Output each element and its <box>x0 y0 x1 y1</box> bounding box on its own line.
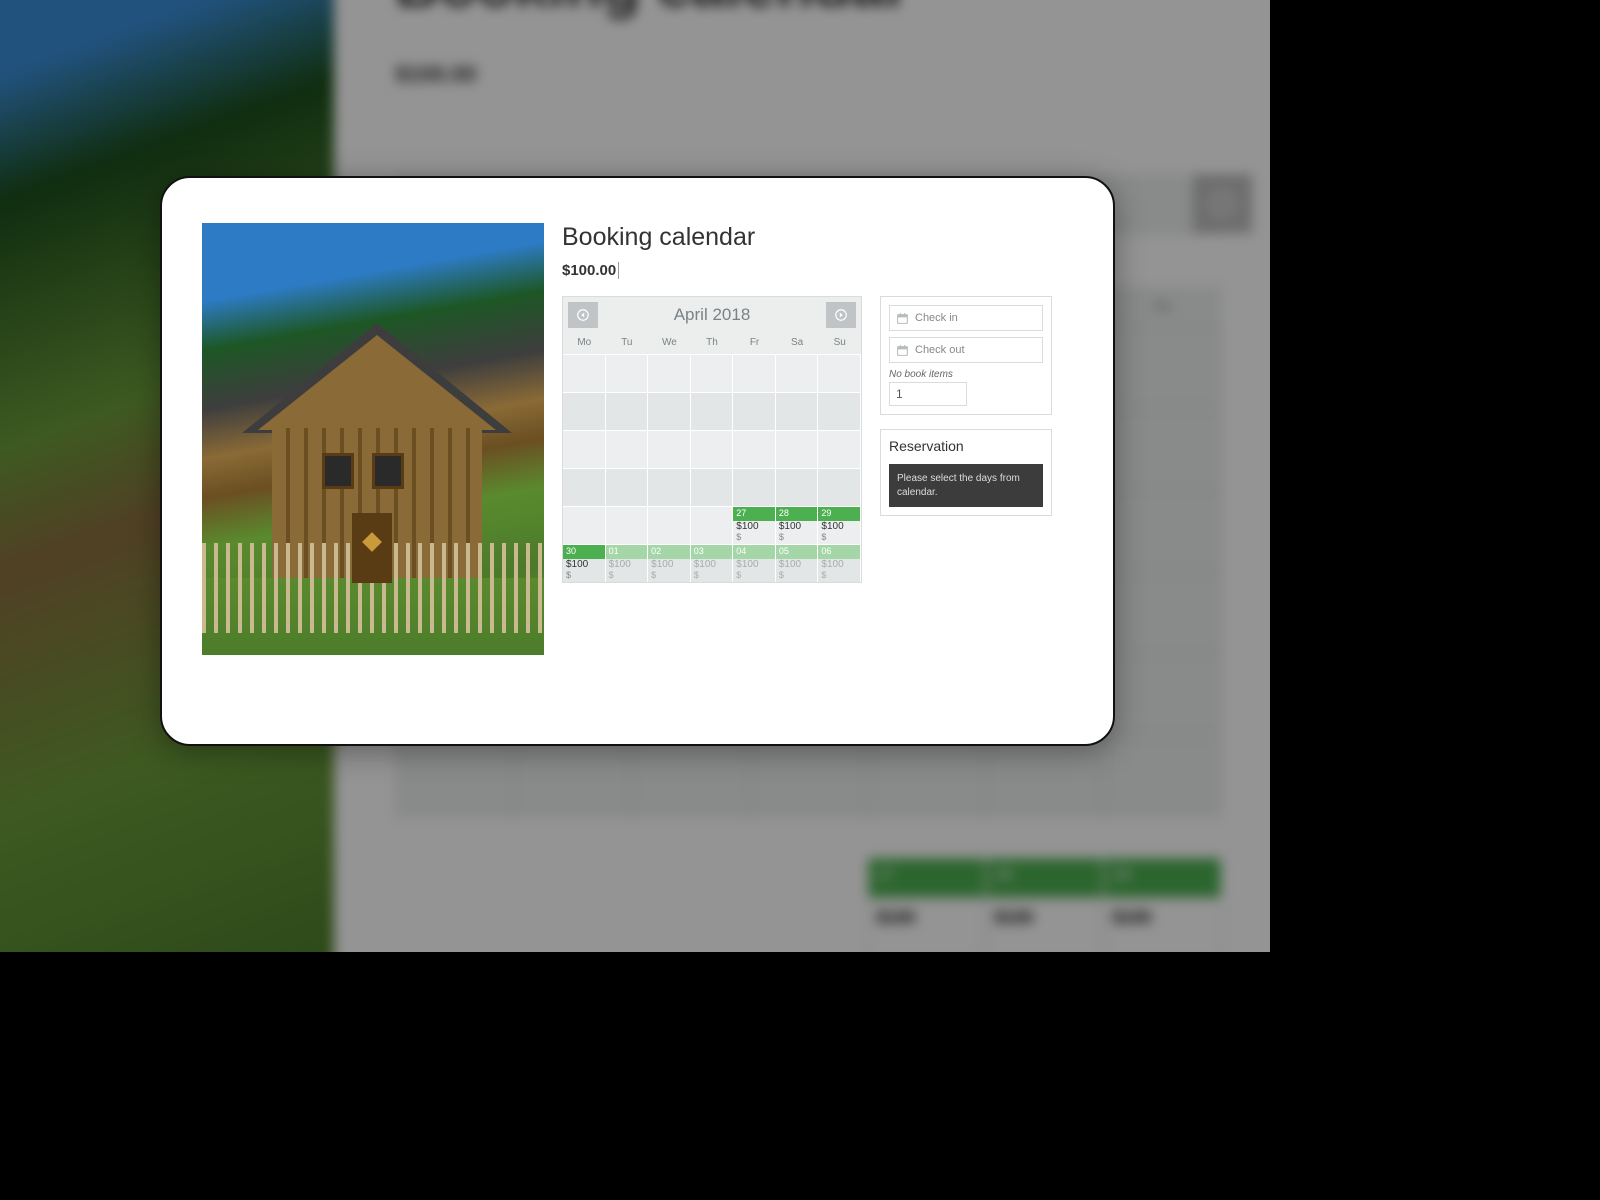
reservation-title: Reservation <box>889 438 1043 454</box>
calendar-day[interactable] <box>776 430 819 468</box>
items-input[interactable] <box>889 382 967 406</box>
check-out-field[interactable]: Check out <box>889 337 1043 363</box>
calendar-day[interactable] <box>691 354 734 392</box>
calendar-day[interactable]: 05$100$ <box>776 544 819 582</box>
calendar-dow-cell: Sa <box>776 333 819 354</box>
calendar-day[interactable] <box>733 430 776 468</box>
calendar-day[interactable] <box>691 392 734 430</box>
calendar-next-button[interactable] <box>826 302 856 328</box>
calendar-day[interactable]: 04$100$ <box>733 544 776 582</box>
calendar-day[interactable] <box>776 468 819 506</box>
calendar-day[interactable] <box>691 468 734 506</box>
calendar-day[interactable]: 06$100$ <box>818 544 861 582</box>
calendar-day[interactable]: 27$100$ <box>733 506 776 544</box>
product-image[interactable] <box>202 223 544 655</box>
calendar-grid: 27$100$28$100$29$100$ 30$100$01$100$02$10… <box>563 354 861 582</box>
calendar-day[interactable]: 03$100$ <box>691 544 734 582</box>
calendar-day[interactable] <box>691 506 734 544</box>
calendar-day[interactable] <box>563 354 606 392</box>
calendar-day[interactable] <box>733 392 776 430</box>
chevron-left-icon <box>576 308 590 322</box>
calendar-day[interactable] <box>606 468 649 506</box>
calendar-widget: April 2018 MoTuWeThFrSaSu 27$100$28$100$… <box>562 296 862 583</box>
booking-form-panel: Check in Check out No book items <box>880 296 1052 415</box>
calendar-day[interactable] <box>733 468 776 506</box>
calendar-day[interactable] <box>563 506 606 544</box>
chevron-right-icon <box>834 308 848 322</box>
calendar-icon <box>896 312 909 325</box>
calendar-dow-cell: Fr <box>733 333 776 354</box>
calendar-day[interactable] <box>606 392 649 430</box>
product-price: $100.00 <box>562 262 619 279</box>
calendar-month-label: April 2018 <box>603 305 821 325</box>
booking-modal: Booking calendar $100.00 April 2018 MoTu… <box>160 176 1115 746</box>
reservation-panel: Reservation Please select the days from … <box>880 429 1052 516</box>
calendar-day[interactable] <box>648 506 691 544</box>
calendar-day[interactable] <box>733 354 776 392</box>
calendar-day[interactable] <box>648 354 691 392</box>
calendar-day[interactable]: 30$100$ <box>563 544 606 582</box>
calendar-icon <box>896 344 909 357</box>
calendar-dow-cell: Mo <box>563 333 606 354</box>
check-out-placeholder: Check out <box>915 344 965 356</box>
calendar-day[interactable] <box>563 468 606 506</box>
calendar-day[interactable]: 28$100$ <box>776 506 819 544</box>
calendar-dow-cell: Su <box>818 333 861 354</box>
reservation-notice: Please select the days from calendar. <box>889 464 1043 507</box>
calendar-dow-cell: We <box>648 333 691 354</box>
calendar-day[interactable] <box>648 468 691 506</box>
calendar-day[interactable] <box>563 430 606 468</box>
calendar-prev-button[interactable] <box>568 302 598 328</box>
calendar-day[interactable] <box>818 430 861 468</box>
calendar-day[interactable] <box>606 506 649 544</box>
check-in-field[interactable]: Check in <box>889 305 1043 331</box>
calendar-day[interactable] <box>776 354 819 392</box>
calendar-day[interactable] <box>818 468 861 506</box>
calendar-day[interactable]: 02$100$ <box>648 544 691 582</box>
calendar-day[interactable] <box>648 392 691 430</box>
calendar-dow-cell: Tu <box>606 333 649 354</box>
calendar-day[interactable]: 29$100$ <box>818 506 861 544</box>
check-in-placeholder: Check in <box>915 312 958 324</box>
calendar-day[interactable] <box>606 354 649 392</box>
calendar-day[interactable] <box>818 392 861 430</box>
calendar-dow-cell: Th <box>691 333 734 354</box>
calendar-day[interactable] <box>691 430 734 468</box>
calendar-dow-row: MoTuWeThFrSaSu <box>563 333 861 354</box>
calendar-day[interactable] <box>818 354 861 392</box>
calendar-day[interactable]: 01$100$ <box>606 544 649 582</box>
calendar-day[interactable] <box>776 392 819 430</box>
calendar-day[interactable] <box>606 430 649 468</box>
calendar-day[interactable] <box>563 392 606 430</box>
calendar-day[interactable] <box>648 430 691 468</box>
items-label: No book items <box>889 369 1043 380</box>
product-title: Booking calendar <box>562 223 1073 252</box>
